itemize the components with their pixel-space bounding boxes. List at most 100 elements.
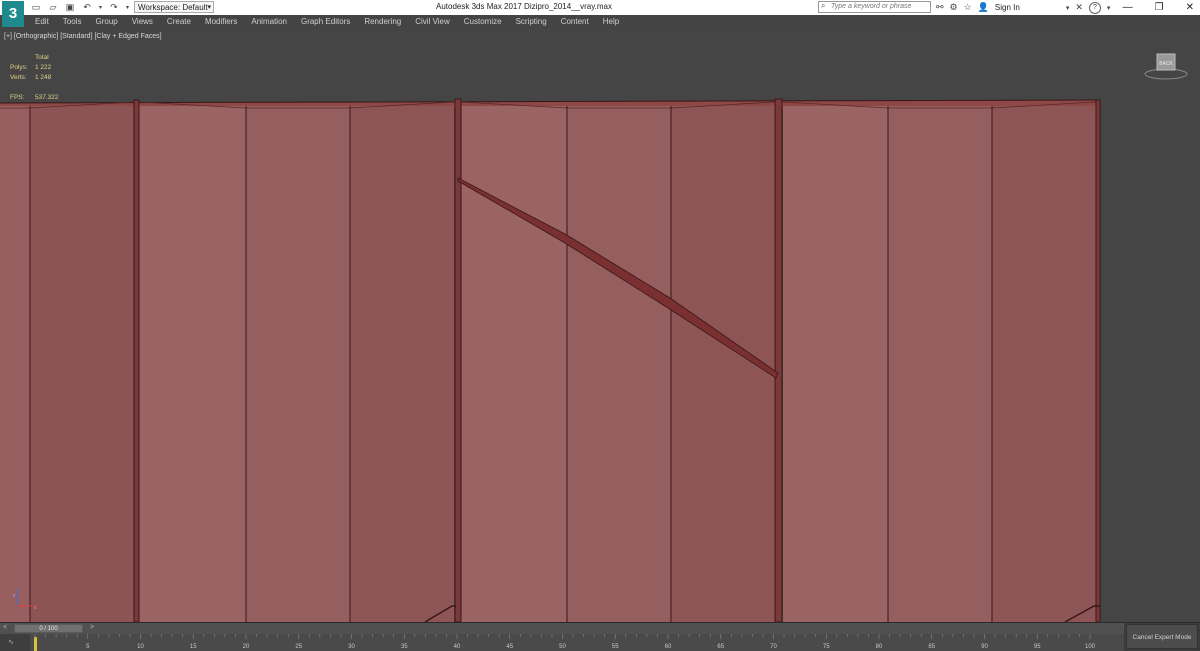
timeline-tick-label: 35 xyxy=(401,644,408,650)
minimize-icon[interactable]: — xyxy=(1123,2,1133,13)
chevron-down-icon: ▾ xyxy=(207,4,211,11)
undo-dropdown-icon[interactable]: ▾ xyxy=(98,2,103,14)
curve-icon: ∿ xyxy=(8,639,14,646)
menu-content[interactable]: Content xyxy=(561,17,589,26)
wall-panel xyxy=(350,106,454,622)
wall-panel xyxy=(246,106,350,622)
favorites-star-icon[interactable]: ☆ xyxy=(964,2,972,13)
menu-create[interactable]: Create xyxy=(167,17,191,26)
binoculars-icon[interactable]: ⚯ xyxy=(936,2,944,13)
next-frame-arrow-icon[interactable]: > xyxy=(90,624,94,631)
wall-panel xyxy=(461,106,567,622)
menu-help[interactable]: Help xyxy=(603,17,619,26)
wall-panel xyxy=(567,106,671,622)
fps-value: 537.322 xyxy=(35,94,59,101)
column xyxy=(1095,99,1101,622)
viewport-orthographic[interactable]: [+] [Orthographic] [Standard] [Clay + Ed… xyxy=(0,28,1200,622)
menu-bar: Edit Tools Group Views Create Modifiers … xyxy=(0,15,1200,28)
timeline-tick-label: 50 xyxy=(559,644,566,650)
wall-panel xyxy=(992,106,1096,622)
user-icon[interactable]: 👤 xyxy=(978,2,989,13)
timeline-tick-label: 65 xyxy=(717,644,724,650)
timeline-tick-label: 85 xyxy=(928,644,935,650)
window-controls: — ❐ ✕ xyxy=(1123,0,1194,15)
menu-civil-view[interactable]: Civil View xyxy=(415,17,450,26)
search-input[interactable]: ⌕ Type a keyword or phrase xyxy=(818,1,931,13)
menu-animation[interactable]: Animation xyxy=(251,17,287,26)
menu-customize[interactable]: Customize xyxy=(464,17,502,26)
menu-edit[interactable]: Edit xyxy=(35,17,49,26)
workspace-label: Workspace: Default xyxy=(138,3,208,12)
verts-label: Verts: xyxy=(10,74,27,81)
timeline-tick-label: 90 xyxy=(981,644,988,650)
top-right-tools: ⚯ ⚙ ☆ 👤 Sign In ▾ ✕ ? ▾ xyxy=(936,1,1110,14)
exchange-apps-icon[interactable]: ✕ xyxy=(1075,2,1083,13)
wall-panel xyxy=(0,106,30,622)
communication-center-icon[interactable]: ⚙ xyxy=(950,2,958,13)
timeline-tick-label: 5 xyxy=(86,644,90,650)
menu-rendering[interactable]: Rendering xyxy=(364,17,401,26)
menu-tools[interactable]: Tools xyxy=(63,17,82,26)
scene-geometry[interactable] xyxy=(0,28,1200,622)
undo-icon[interactable]: ↶ xyxy=(81,2,93,14)
sign-in-link[interactable]: Sign In xyxy=(995,3,1020,12)
chevron-down-icon[interactable]: ▾ xyxy=(1066,4,1070,12)
redo-icon[interactable]: ↷ xyxy=(108,2,120,14)
polys-label: Polys: xyxy=(10,64,28,71)
fps-label: FPS: xyxy=(10,94,25,101)
help-icon[interactable]: ? xyxy=(1088,1,1101,14)
column xyxy=(774,98,783,622)
new-file-icon[interactable]: ▭ xyxy=(30,2,42,14)
timeline-tick-label: 15 xyxy=(190,644,197,650)
menu-group[interactable]: Group xyxy=(95,17,117,26)
timeline-tick-label: 20 xyxy=(243,644,250,650)
svg-text:x: x xyxy=(34,605,37,610)
time-slider-track[interactable]: < 0 / 100 > xyxy=(0,623,1124,634)
prev-frame-arrow-icon[interactable]: < xyxy=(3,624,7,631)
timeline-tick-label: 60 xyxy=(665,644,672,650)
redo-dropdown-icon[interactable]: ▾ xyxy=(125,2,130,14)
timeline-tick-label: 95 xyxy=(1034,644,1041,650)
wall-panel xyxy=(30,106,134,622)
time-slider[interactable]: 0 / 100 xyxy=(14,624,83,633)
timeline-tick-label: 40 xyxy=(454,644,461,650)
axis-tripod-icon: z x xyxy=(13,588,37,610)
app-logo[interactable]: 3 xyxy=(2,1,24,27)
timeline-tick-label: 25 xyxy=(295,644,302,650)
menu-views[interactable]: Views xyxy=(132,17,153,26)
restore-icon[interactable]: ❐ xyxy=(1155,2,1164,13)
menu-scripting[interactable]: Scripting xyxy=(516,17,547,26)
cancel-expert-mode-button[interactable]: Cancel Expert Mode xyxy=(1126,624,1198,649)
chevron-down-icon[interactable]: ▾ xyxy=(1107,4,1111,12)
polys-value: 1 222 xyxy=(35,64,52,71)
title-bar: ▭ ▱ ▣ ↶ ▾ ↷ ▾ ⧉ Workspace: Default ▾ Aut… xyxy=(0,0,1200,16)
viewport-label[interactable]: [+] [Orthographic] [Standard] [Clay + Ed… xyxy=(4,33,162,40)
current-frame-marker xyxy=(34,637,37,651)
svg-text:z: z xyxy=(13,593,16,599)
timeline-tick-label: 10 xyxy=(137,644,144,650)
wall-panel xyxy=(139,106,246,622)
close-icon[interactable]: ✕ xyxy=(1186,2,1194,13)
timeline-tick-label: 45 xyxy=(506,644,513,650)
timeline-tick-label: 55 xyxy=(612,644,619,650)
timeline-ruler[interactable]: ∿ 5 10 15 20 25 30 35 40 45 50 55 60 65 70 75 80 85 90 95 1… xyxy=(0,634,1124,651)
statistics-overlay: Total Polys: 1 222 Verts: 1 248 FPS: 537.32… xyxy=(10,53,59,103)
timeline-tick-label: 30 xyxy=(348,644,355,650)
wall-panel xyxy=(888,106,992,622)
verts-value: 1 248 xyxy=(35,74,52,81)
stats-total-header: Total xyxy=(35,54,49,61)
menu-modifiers[interactable]: Modifiers xyxy=(205,17,237,26)
timeline-tick-label: 75 xyxy=(823,644,830,650)
timeline-tick-label: 80 xyxy=(876,644,883,650)
mini-curve-toggle xyxy=(0,634,30,651)
column xyxy=(454,98,462,622)
search-icon: ⌕ xyxy=(821,1,826,10)
save-icon[interactable]: ▣ xyxy=(64,2,76,14)
viewcube[interactable]: BACK xyxy=(1143,50,1189,82)
timeline-tick-label: 70 xyxy=(770,644,777,650)
viewcube-face-label: BACK xyxy=(1159,61,1173,67)
menu-graph-editors[interactable]: Graph Editors xyxy=(301,17,350,26)
workspace-selector[interactable]: Workspace: Default ▾ xyxy=(134,1,214,13)
open-folder-icon[interactable]: ▱ xyxy=(47,2,59,14)
quick-access-toolbar: ▭ ▱ ▣ ↶ ▾ ↷ ▾ ⧉ xyxy=(30,1,147,14)
